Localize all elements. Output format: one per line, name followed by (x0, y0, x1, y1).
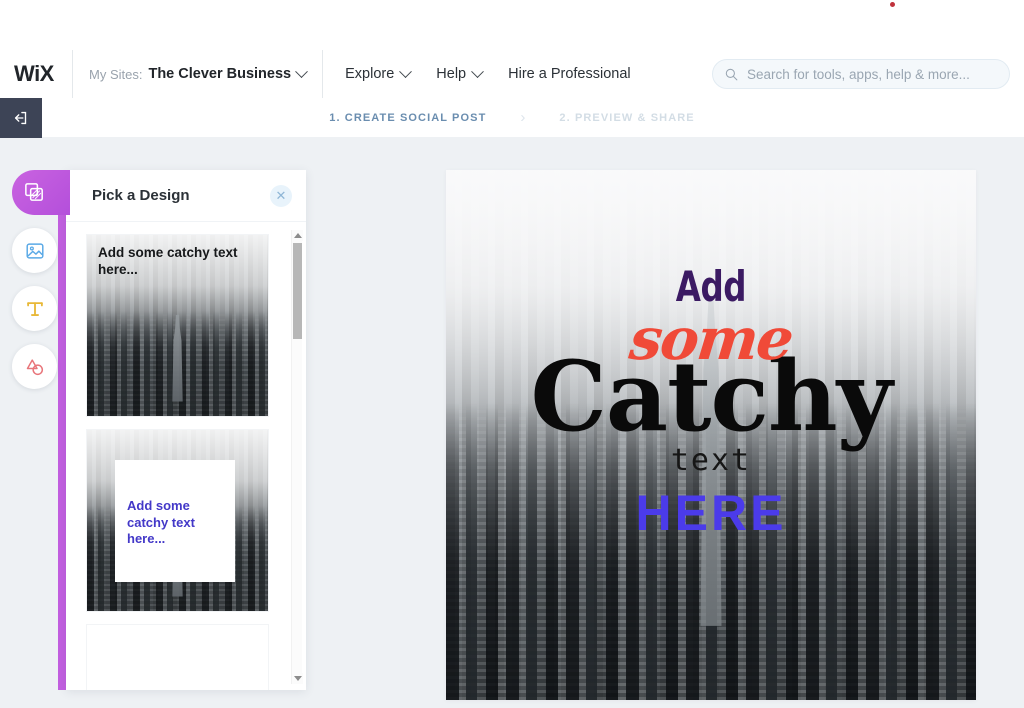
back-button[interactable] (0, 98, 42, 138)
search-wrapper: Search for tools, apps, help & more... (712, 59, 1024, 89)
canvas-text-add[interactable]: Add (676, 266, 747, 308)
panel-accent-strip (58, 170, 66, 690)
design-list[interactable]: Add some catchy text here... Add some ca… (66, 222, 306, 690)
wix-logo[interactable]: WiX (0, 61, 72, 87)
design-thumbnail-1[interactable]: Add some catchy text here... (86, 234, 269, 417)
nav-item-help-label: Help (436, 66, 467, 82)
chevron-down-icon (295, 64, 308, 78)
design-thumbnail-1-text: Add some catchy text here... (98, 245, 238, 277)
caret-down-icon (293, 676, 302, 681)
editor-workspace: Pick a Design ✕ Add some catchy text her… (0, 138, 1024, 708)
image-icon (25, 242, 44, 259)
search-icon (725, 68, 738, 80)
chevron-down-icon (399, 64, 413, 78)
search-input[interactable]: Search for tools, apps, help & more... (712, 59, 1010, 89)
step-progress-bar: 1. CREATE SOCIAL POST › 2. PREVIEW & SHA… (0, 98, 1024, 138)
canvas-text-text[interactable]: text (671, 446, 751, 476)
caret-up-icon (293, 233, 302, 238)
canvas-text-here[interactable]: HERE (636, 488, 787, 538)
sidebar-item-design[interactable] (12, 170, 70, 215)
layers-icon (25, 183, 43, 201)
tool-rail (12, 170, 70, 389)
white-text-card: Add some catchy text here... (115, 460, 235, 582)
design-thumbnail-3[interactable]: Add some (86, 624, 269, 690)
shapes-icon (26, 358, 43, 375)
panel-scrollbar[interactable] (291, 230, 303, 684)
chevron-down-icon (471, 64, 484, 78)
exit-arrow-icon (14, 111, 27, 125)
nav-links: Explore Help Hire a Professional (323, 64, 631, 82)
sidebar-item-image[interactable] (12, 228, 57, 273)
top-navigation-bar: WiX My Sites: The Clever Business Explor… (0, 50, 1024, 98)
post-canvas[interactable]: Add some Catchy text HERE (446, 170, 976, 700)
nav-item-explore-label: Explore (345, 66, 395, 82)
design-thumbnail-2-text: Add some catchy text here... (127, 498, 195, 547)
wix-social-post-editor: WiX My Sites: The Clever Business Explor… (0, 0, 1024, 708)
design-thumbnail-2[interactable]: Add some catchy text here... (86, 429, 269, 612)
red-dot-artifact (890, 2, 895, 7)
canvas-text-group: Add some Catchy text HERE (446, 170, 976, 700)
canvas-text-some[interactable]: some (627, 305, 796, 373)
sidebar-item-text[interactable] (12, 286, 57, 331)
scroll-down-button[interactable] (292, 673, 303, 684)
my-sites-label: My Sites: (89, 66, 143, 82)
nav-item-hire-label: Hire a Professional (508, 66, 631, 82)
scrollbar-thumb[interactable] (293, 243, 302, 339)
sidebar-item-shapes[interactable] (12, 344, 57, 389)
rail-active-wrapper (12, 170, 70, 215)
pick-a-design-panel: Pick a Design ✕ Add some catchy text her… (66, 170, 306, 690)
text-t-icon (26, 301, 43, 316)
current-site-name: The Clever Business (148, 66, 292, 82)
close-icon[interactable]: ✕ (270, 184, 292, 207)
step-preview-and-share[interactable]: 2. PREVIEW & SHARE (559, 112, 694, 124)
panel-title: Pick a Design (92, 187, 190, 204)
nav-item-explore[interactable]: Explore (345, 64, 413, 82)
step-create-social-post[interactable]: 1. CREATE SOCIAL POST (329, 112, 486, 124)
nav-item-hire-a-professional[interactable]: Hire a Professional (508, 66, 631, 82)
panel-header: Pick a Design ✕ (66, 170, 306, 222)
scroll-up-button[interactable] (292, 230, 303, 241)
nav-item-help[interactable]: Help (436, 64, 484, 82)
my-sites-selector[interactable]: My Sites: The Clever Business (73, 50, 322, 98)
step-separator-icon: › (520, 109, 526, 126)
search-placeholder: Search for tools, apps, help & more... (747, 66, 970, 82)
